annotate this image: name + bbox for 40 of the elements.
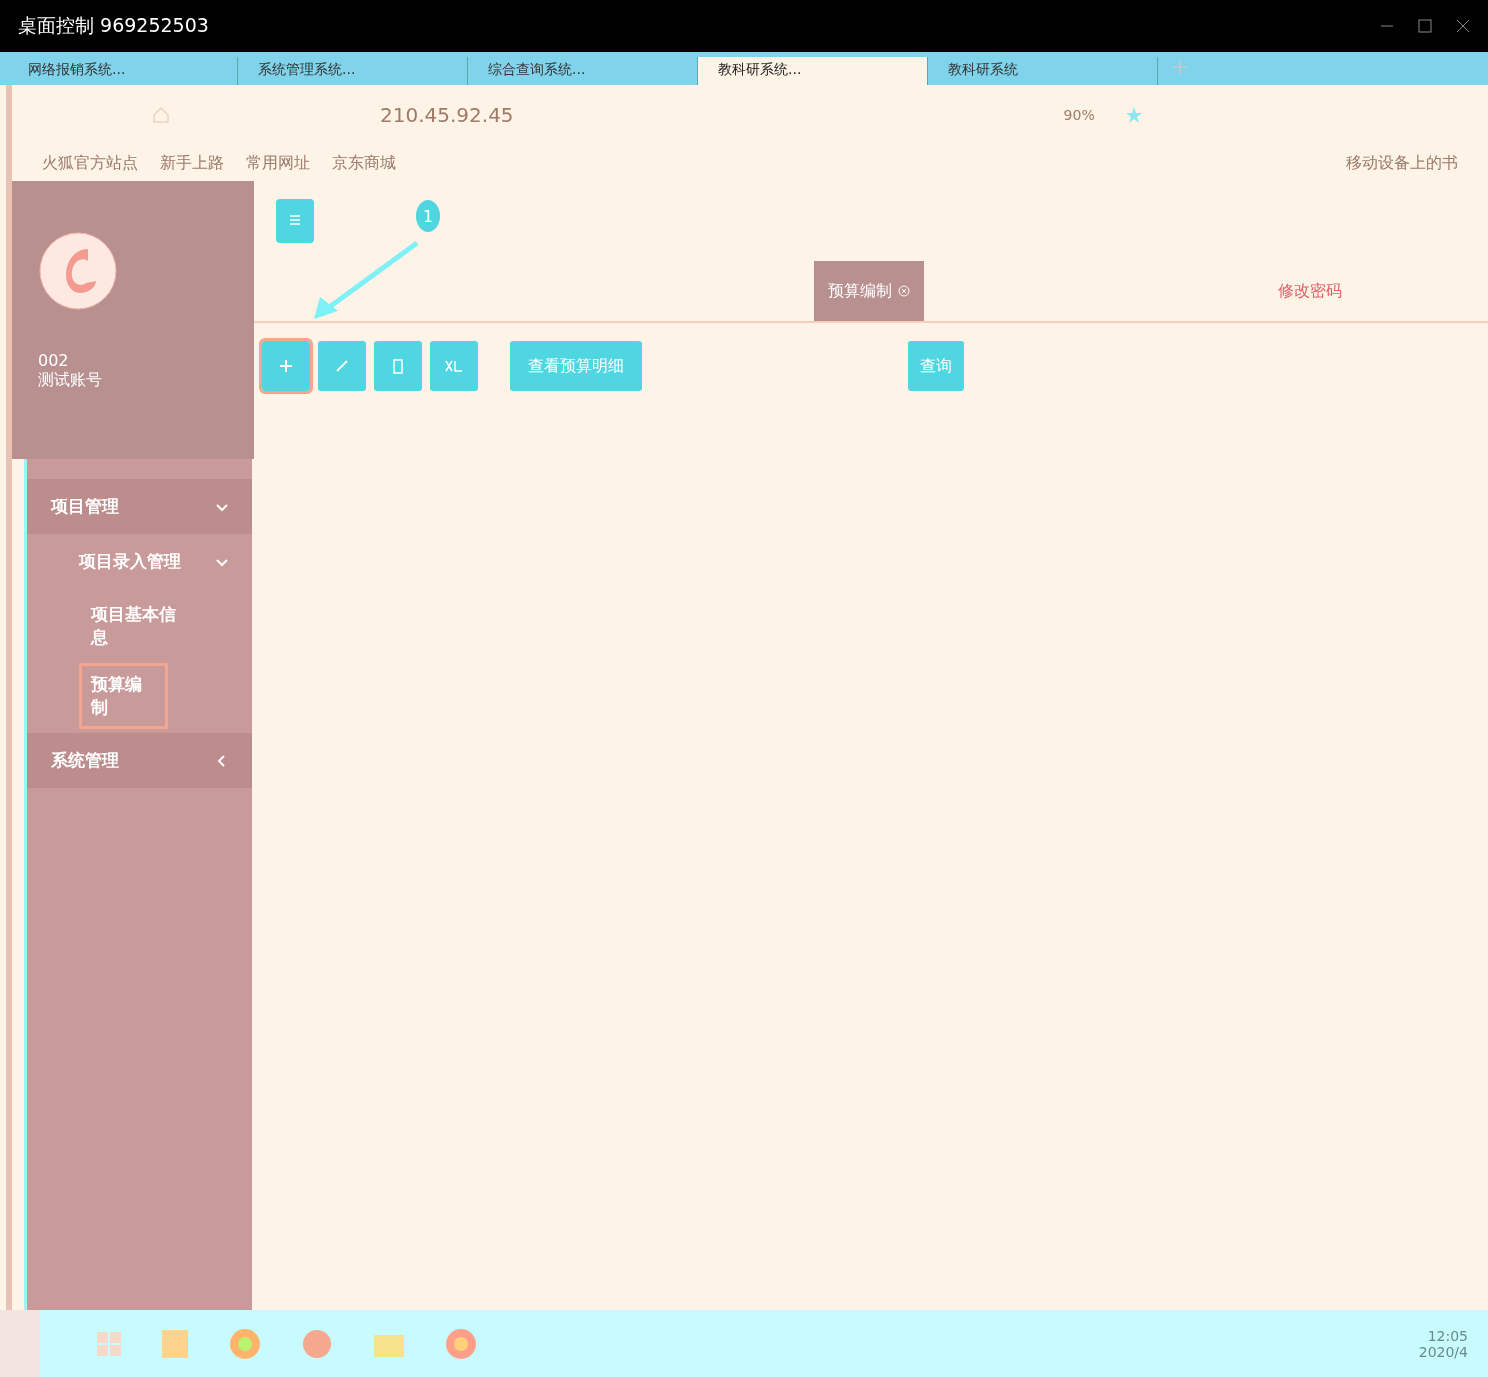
menu-link[interactable]: 预算编制 [79, 663, 168, 729]
trash-icon [391, 358, 405, 374]
browser-tab[interactable]: 网络报销系统... [8, 57, 238, 85]
user-name: 测试账号 [38, 370, 103, 391]
bookmark-link[interactable]: 常用网址 [246, 152, 310, 174]
browser-tab[interactable]: 教科研系统... [698, 57, 928, 85]
window-title: 桌面控制 969252503 [18, 13, 209, 38]
menu-item[interactable]: 项目管理 [27, 479, 252, 534]
bookmark-link[interactable]: 移动设备上的书 [1346, 152, 1458, 174]
browser-tab[interactable]: 系统管理系统... [238, 57, 468, 85]
submenu-item[interactable]: 项目录入管理 [27, 534, 252, 589]
spreadsheet-icon [444, 359, 464, 373]
address-field[interactable]: 210.45.92.45 [380, 103, 514, 127]
bookmark-link[interactable]: 京东商城 [332, 152, 396, 174]
pencil-icon [335, 359, 349, 373]
bookmark-link[interactable]: 火狐官方站点 [42, 152, 138, 174]
home-icon[interactable] [152, 106, 170, 124]
menu-icon [289, 213, 301, 226]
menu-link[interactable]: 项目基本信息 [27, 593, 252, 659]
close-icon[interactable] [1456, 19, 1470, 33]
edit-button[interactable] [318, 341, 366, 391]
zoom-level[interactable]: 90% [1063, 107, 1095, 123]
excel-button[interactable] [430, 341, 478, 391]
clock-date: 2020/4 [1418, 1343, 1468, 1360]
menu-item[interactable]: 系统管理 [27, 733, 252, 788]
bookmark-link[interactable]: 新手上路 [160, 152, 224, 174]
annotation-badge: 1 [416, 200, 440, 232]
user-id: 002 [38, 351, 70, 370]
clock-time: 12:05 [1427, 1327, 1468, 1344]
add-button[interactable] [262, 341, 310, 391]
plus-icon [279, 359, 293, 373]
chevron-icon[interactable] [216, 754, 228, 767]
delete-button[interactable] [374, 341, 422, 391]
start-icon[interactable] [96, 1330, 122, 1357]
page-tab[interactable]: 修改密码 [1264, 261, 1356, 321]
maximize-icon[interactable] [1418, 19, 1432, 33]
menu-button[interactable] [276, 199, 314, 243]
browser-tab[interactable]: 教科研系统 [928, 57, 1158, 85]
page-tab[interactable]: 预算编制 [814, 261, 924, 321]
star-icon[interactable] [1124, 106, 1143, 124]
